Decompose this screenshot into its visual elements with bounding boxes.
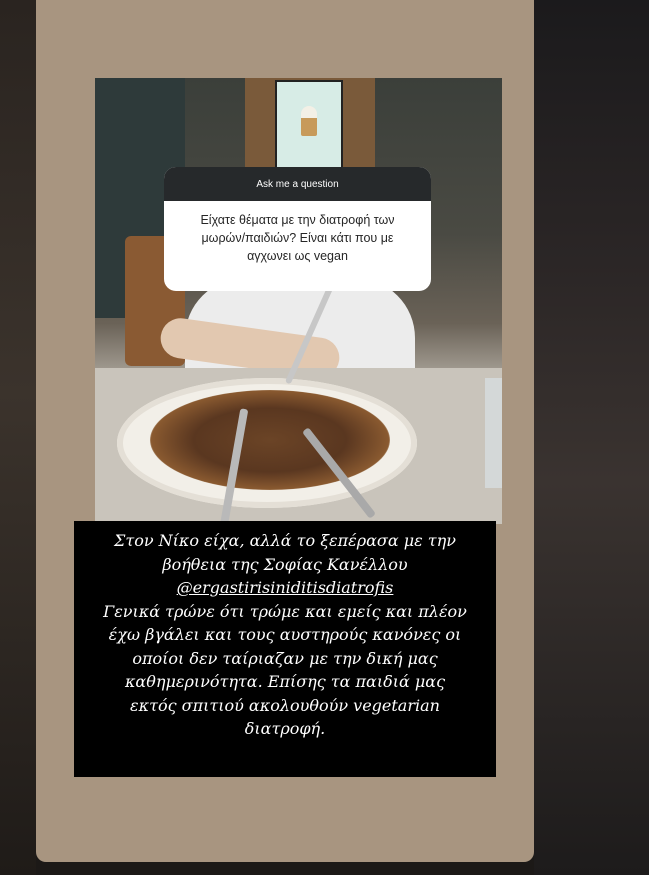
background-blur-left bbox=[0, 0, 36, 875]
answer-line: εκτός σπιτιού ακολουθούν vegetarian bbox=[130, 695, 440, 715]
photo-ice-cream-poster bbox=[275, 80, 343, 170]
answer-line: βοήθεια της Σοφίας Κανέλλου bbox=[162, 554, 408, 574]
photo-glass bbox=[485, 378, 502, 488]
mention-link[interactable]: @ergastirisiniditisdiatrofis bbox=[74, 576, 496, 600]
question-sticker[interactable]: Ask me a question Είχατε θέματα με την δ… bbox=[164, 167, 431, 291]
answer-line: έχω βγάλει και τους αυστηρούς κανόνες οι bbox=[108, 625, 462, 644]
story-photo bbox=[95, 78, 502, 524]
answer-line: οποίοι δεν ταίριαζαν με την δική μας bbox=[132, 648, 438, 668]
answer-line: Στον Νίκο είχα, αλλά το ξεπέρασα με την bbox=[114, 531, 456, 550]
photo-food bbox=[150, 390, 390, 490]
answer-line: Γενικά τρώνε ότι τρώμε και εμείς και πλέ… bbox=[103, 601, 467, 621]
question-sticker-text: Είχατε θέματα με την διατροφή των μωρών/… bbox=[200, 213, 395, 263]
ice-cream-icon bbox=[301, 106, 317, 136]
background-blur-right bbox=[534, 0, 649, 875]
answer-line: διατροφή. bbox=[244, 719, 326, 738]
answer-line: καθημερινότητα. Επίσης τα παιδιά μας bbox=[124, 672, 446, 691]
question-sticker-header: Ask me a question bbox=[164, 167, 431, 201]
answer-text-box: Στον Νίκο είχα, αλλά το ξεπέρασα με την … bbox=[74, 521, 496, 777]
